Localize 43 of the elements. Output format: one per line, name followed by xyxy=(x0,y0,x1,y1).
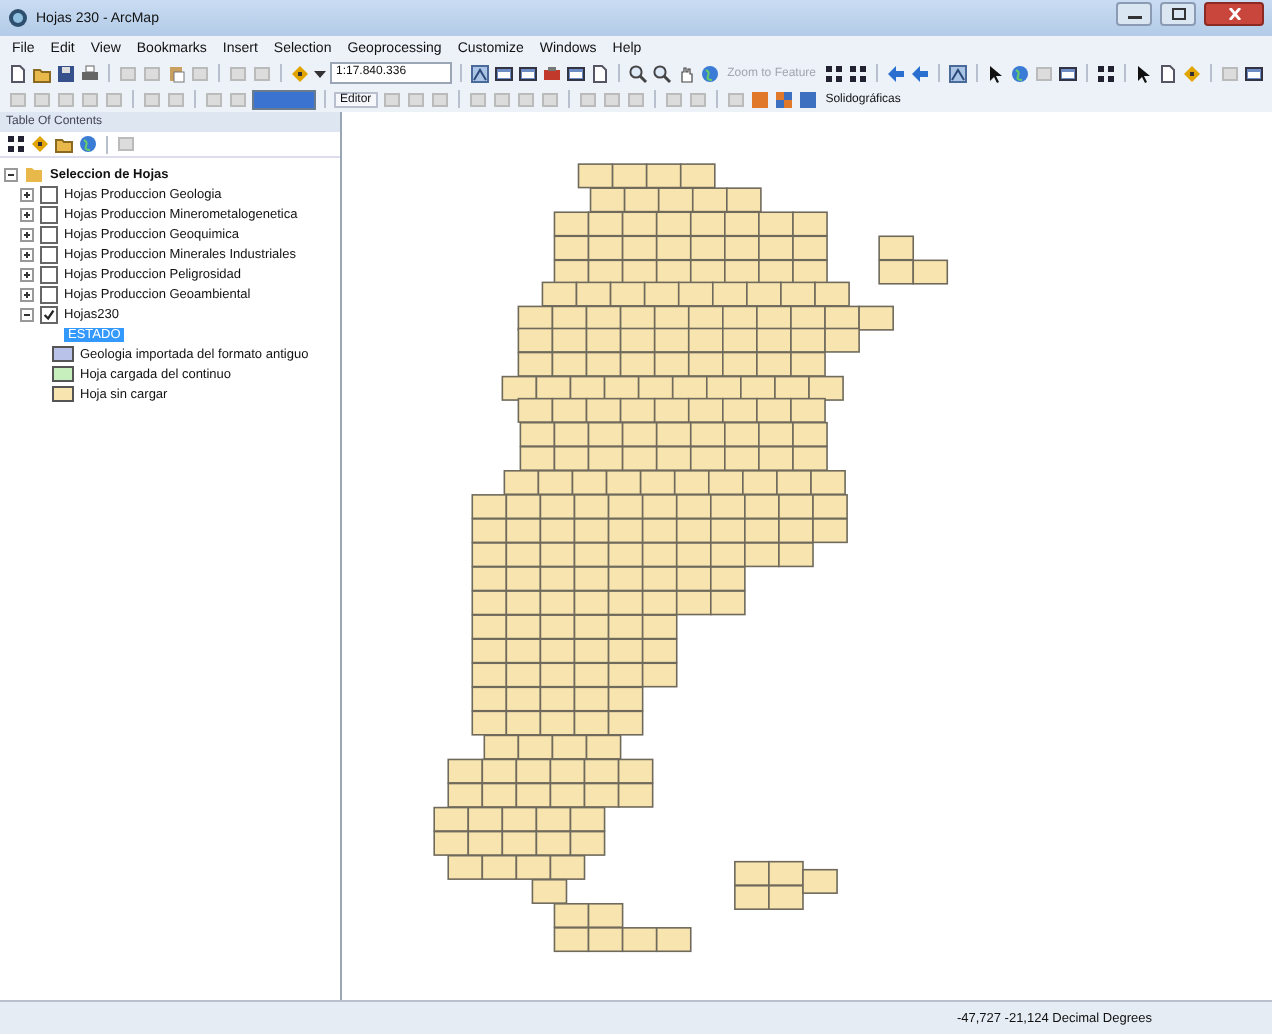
globe-icon[interactable] xyxy=(699,63,720,83)
expand-toggle[interactable] xyxy=(20,227,34,241)
close-icon xyxy=(1227,8,1241,20)
fill-swatch-icon[interactable] xyxy=(749,89,770,109)
toolbox-icon[interactable] xyxy=(541,63,562,83)
globe-icon[interactable] xyxy=(1010,63,1030,83)
squares-icon[interactable] xyxy=(773,89,794,109)
forward-icon[interactable] xyxy=(910,63,930,83)
minimize-button[interactable] xyxy=(1116,2,1152,26)
checkbox[interactable] xyxy=(40,185,58,203)
expand-toggle[interactable] xyxy=(20,247,34,261)
checkbox[interactable] xyxy=(40,245,58,263)
color-dropdown[interactable] xyxy=(252,89,316,109)
print-icon[interactable] xyxy=(80,63,100,83)
caret-icon[interactable] xyxy=(314,67,326,79)
checkbox[interactable] xyxy=(40,225,58,243)
grid-icon[interactable] xyxy=(824,63,844,83)
pointer-icon[interactable] xyxy=(986,63,1006,83)
zoom-in-icon[interactable] xyxy=(627,63,648,83)
paste-icon[interactable] xyxy=(166,63,186,83)
checkbox[interactable] xyxy=(40,285,58,303)
collapse-toggle[interactable] xyxy=(20,307,34,321)
save-icon[interactable] xyxy=(56,63,76,83)
maximize-button[interactable] xyxy=(1160,2,1196,26)
checkbox[interactable] xyxy=(40,305,58,323)
checkbox[interactable] xyxy=(40,265,58,283)
grid-icon[interactable] xyxy=(1096,63,1116,83)
pan-icon[interactable] xyxy=(675,63,696,83)
collapse-toggle[interactable] xyxy=(4,167,18,181)
expand-toggle[interactable] xyxy=(20,187,34,201)
globe-icon xyxy=(8,8,28,28)
expand-toggle[interactable] xyxy=(20,207,34,221)
checkbox[interactable] xyxy=(40,205,58,223)
layer-swatch-icon[interactable] xyxy=(797,89,818,109)
grid-icon[interactable] xyxy=(848,63,868,83)
back-icon[interactable] xyxy=(886,63,906,83)
zoom-out-icon[interactable] xyxy=(651,63,672,83)
expand-toggle[interactable] xyxy=(20,287,34,301)
maximize-icon xyxy=(1171,8,1185,20)
globe-icon[interactable] xyxy=(78,134,98,154)
expand-toggle[interactable] xyxy=(20,267,34,281)
close-button[interactable] xyxy=(1204,2,1264,26)
layout-icon[interactable] xyxy=(469,63,490,83)
